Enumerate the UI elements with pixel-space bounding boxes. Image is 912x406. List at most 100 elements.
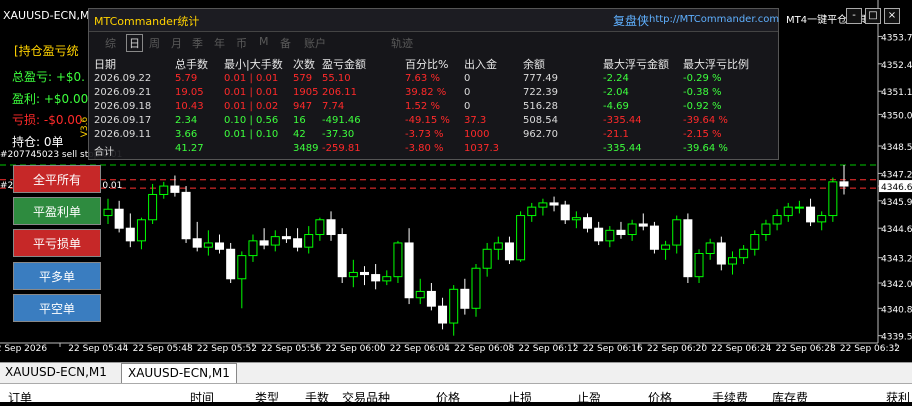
tab-6[interactable]: 币 [236, 35, 247, 51]
table-cell: -335.44 [603, 115, 642, 126]
candle-body [772, 215, 782, 225]
table-cell: 722.39 [523, 87, 558, 98]
candle-body [705, 242, 715, 254]
terminal-column-header[interactable]: 止盈 [577, 389, 601, 406]
close-all-button[interactable]: 全平所有 [13, 165, 101, 193]
close-icon[interactable]: × [884, 8, 900, 24]
minimize-icon[interactable]: - [846, 8, 862, 24]
terminal-column-header[interactable]: 手续费 [712, 389, 748, 406]
tab-10[interactable]: 轨迹 [391, 35, 413, 51]
total-cell: -335.44 [603, 143, 642, 154]
position-summary-label: [持仓盈亏统 [14, 44, 79, 58]
table-cell: 1.52 % [405, 101, 440, 112]
table-cell: 5.79 [175, 73, 198, 84]
close-loss-button[interactable]: 平亏损单 [13, 229, 101, 257]
table-cell: 0.01 | 0.10 [224, 129, 279, 140]
table-cell: -21.1 [603, 129, 629, 140]
table-cell: 0.01 | 0.02 [224, 101, 279, 112]
tab-0[interactable]: 综 [105, 35, 116, 51]
table-cell: -2.24 [603, 73, 629, 84]
table-cell: 10.43 [175, 101, 204, 112]
tab-5[interactable]: 年 [214, 35, 225, 51]
window-controls: - □ × [846, 8, 904, 24]
tab-3[interactable]: 月 [171, 35, 182, 51]
y-tick-label: 4342.0 [881, 280, 912, 290]
tab-1[interactable]: 日 [126, 34, 143, 52]
terminal-column-header[interactable]: 止损 [508, 389, 532, 406]
chart-title: XAUUSD-ECN,M1 [3, 9, 97, 22]
chart-tab[interactable]: XAUUSD-ECN,M1 [5, 365, 107, 379]
candle-body [438, 305, 448, 324]
table-cell: -49.15 % [405, 115, 450, 126]
x-tick-label: 22 Sep 06:28 [776, 344, 836, 354]
tab-2[interactable]: 周 [149, 35, 160, 51]
candle-body [203, 242, 213, 248]
candle-body [181, 191, 191, 240]
table-cell: -2.15 % [683, 129, 722, 140]
x-tick-label: 22 Sep 06:32 [840, 344, 900, 354]
candle-body [382, 276, 392, 282]
table-cell: 516.28 [523, 101, 558, 112]
candle-body [549, 202, 559, 206]
terminal-column-header[interactable]: 价格 [648, 389, 672, 406]
tab-8[interactable]: 备 [280, 35, 291, 51]
column-header: 盈亏金额 [322, 58, 366, 71]
terminal-column-header[interactable]: 手数 [305, 389, 329, 406]
candle-body [248, 240, 258, 257]
candle-body [605, 229, 615, 242]
terminal-column-header[interactable]: 价格 [436, 389, 460, 406]
website-link[interactable]: http://MTCommander.com [649, 14, 779, 25]
close-buy-button[interactable]: 平多单 [13, 262, 101, 290]
column-header: 次数 [293, 58, 315, 71]
table-cell: 7.74 [322, 101, 345, 112]
candle-body [727, 257, 737, 265]
candle-body [460, 288, 470, 309]
terminal-column-header[interactable]: 类型 [255, 389, 279, 406]
candle-body [226, 248, 236, 280]
restore-icon[interactable]: □ [865, 8, 881, 24]
candle-body [627, 223, 637, 236]
candle-body [159, 185, 169, 195]
table-cell: -0.29 % [683, 73, 722, 84]
candle-body [527, 206, 537, 217]
terminal-column-header[interactable]: 库存费 [772, 389, 808, 406]
x-tick-label: 22 Sep 05:44 [68, 344, 128, 354]
total-cell: 1037.3 [464, 143, 499, 154]
terminal-column-header[interactable]: 订单 [8, 389, 32, 406]
x-tick-label: 22 Sep 05:48 [133, 344, 193, 354]
terminal-column-header[interactable]: 获利 [886, 389, 910, 406]
table-cell: 777.49 [523, 73, 558, 84]
total-cell: 3489 [293, 143, 319, 154]
table-cell: -3.73 % [405, 129, 444, 140]
terminal-column-header[interactable]: 交易品种 [342, 389, 390, 406]
close-sell-button[interactable]: 平空单 [13, 294, 101, 322]
table-cell: 579 [293, 73, 313, 84]
candle-body [783, 206, 793, 217]
brand-link[interactable]: 复盘侠 [613, 12, 649, 29]
candle-body [571, 217, 581, 221]
tab-9[interactable]: 账户 [304, 35, 326, 51]
candle-body [638, 223, 648, 227]
table-cell: -0.38 % [683, 87, 722, 98]
candle-body [482, 248, 492, 269]
y-tick-label: 4340.8 [881, 305, 912, 315]
tab-7[interactable]: M [259, 35, 269, 48]
candle-body [694, 252, 704, 278]
table-cell: 1905 [293, 87, 319, 98]
close-profit-button[interactable]: 平盈利单 [13, 197, 101, 225]
terminal-column-header[interactable]: 时间 [190, 389, 214, 406]
column-header: 最大浮亏比例 [683, 58, 749, 71]
x-tick-label: 22 Sep 2026 [0, 344, 47, 354]
candle-body [136, 219, 146, 242]
candle-body [504, 242, 514, 261]
tab-4[interactable]: 季 [192, 35, 203, 51]
candle-body [794, 206, 804, 209]
table-cell: -2.04 [603, 87, 629, 98]
chart-tab-active[interactable]: XAUUSD-ECN,M1 [121, 363, 237, 383]
holding-label: 持仓: 0单 [12, 135, 64, 149]
candle-body [237, 255, 247, 280]
table-cell: 19.05 [175, 87, 204, 98]
table-cell: 55.10 [322, 73, 351, 84]
y-tick-label: 4345.9 [881, 198, 912, 208]
column-header: 百分比% [405, 58, 449, 71]
